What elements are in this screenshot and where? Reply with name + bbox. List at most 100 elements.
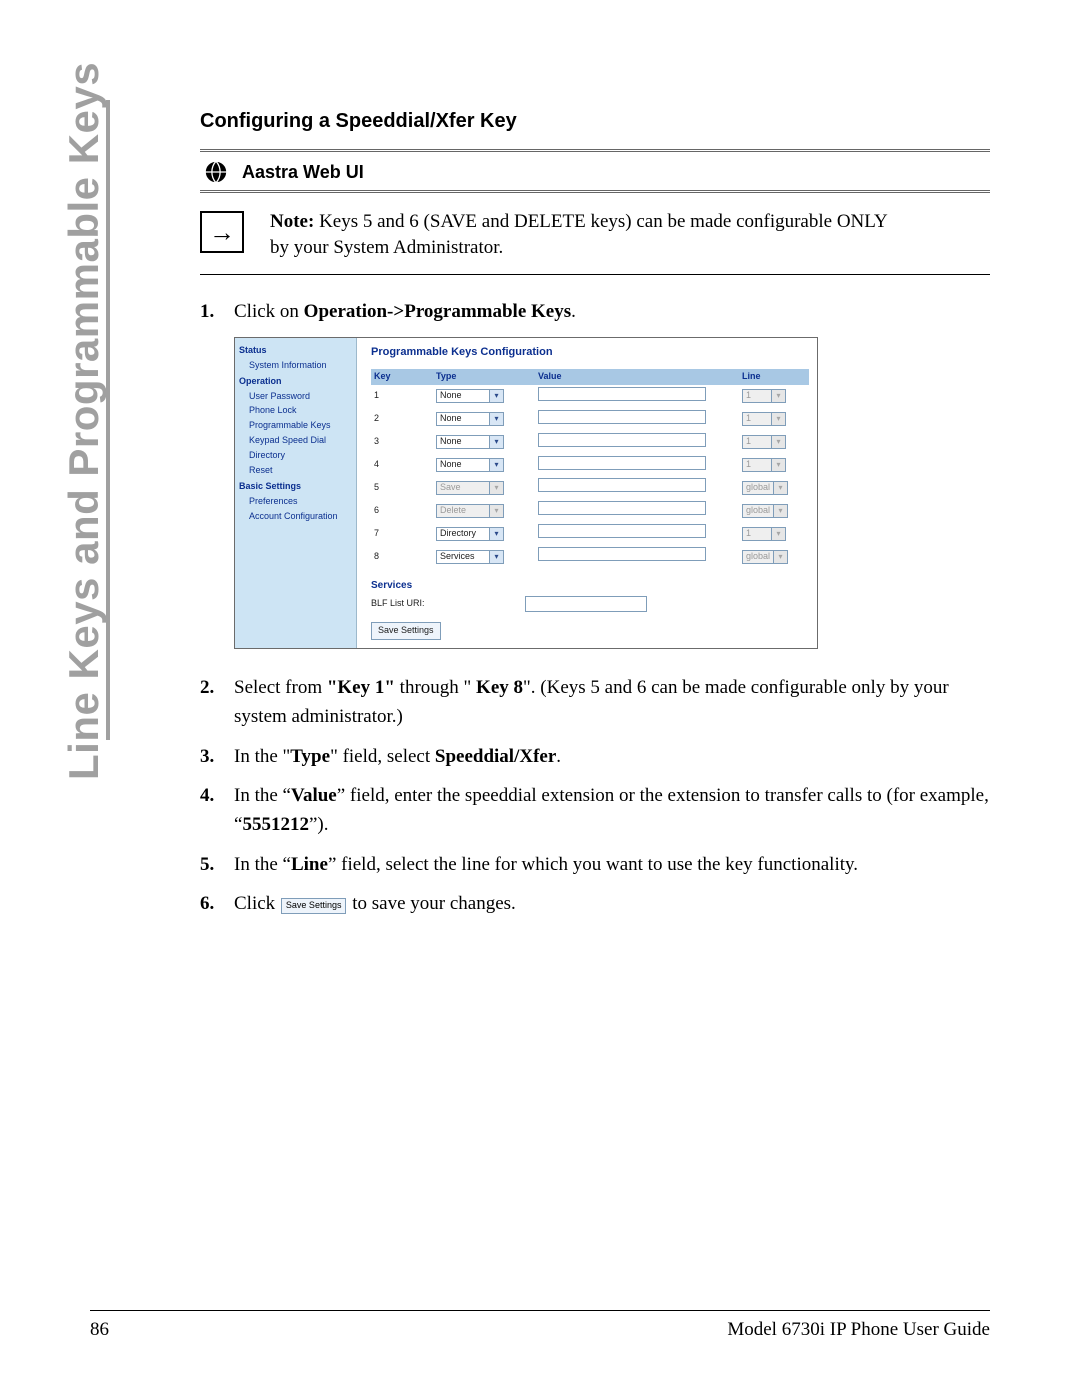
chevron-down-icon: ▾ [773, 551, 787, 563]
step-body: Select from "Key 1" through " Key 8". (K… [234, 673, 990, 732]
value-input[interactable] [538, 501, 706, 515]
step-number: 2. [200, 673, 224, 732]
value-input[interactable] [538, 547, 706, 561]
step-body: Click Save Settings to save your changes… [234, 889, 990, 918]
type-select[interactable]: Services▾ [436, 550, 504, 564]
nav-item: Reset [239, 464, 354, 478]
screenshot-table: Key Type Value Line 1 None▾ 1▾ 2 None▾ [371, 369, 809, 568]
line-select[interactable]: 1▾ [742, 527, 786, 541]
chevron-down-icon: ▾ [489, 482, 503, 494]
table-row: 5 Save▾ global▾ [371, 476, 809, 499]
type-select: Delete▾ [436, 504, 504, 518]
value-input[interactable] [538, 387, 706, 401]
note-block: → Note: Keys 5 and 6 (SAVE and DELETE ke… [200, 209, 990, 275]
nav-item: Programmable Keys [239, 419, 354, 433]
nav-item: User Password [239, 390, 354, 404]
chevron-down-icon: ▾ [771, 528, 785, 540]
table-row: 7 Directory▾ 1▾ [371, 522, 809, 545]
value-input[interactable] [538, 410, 706, 424]
step-2: 2. Select from "Key 1" through " Key 8".… [200, 673, 990, 732]
type-select[interactable]: None▾ [436, 435, 504, 449]
line-select: global▾ [742, 504, 788, 518]
services-label: Services [371, 578, 809, 594]
screenshot-title: Programmable Keys Configuration [371, 344, 809, 361]
chevron-down-icon: ▾ [771, 413, 785, 425]
step-body: Click on Operation->Programmable Keys. [234, 297, 990, 326]
table-row: 8 Services▾ global▾ [371, 545, 809, 568]
nav-item: Account Configuration [239, 510, 354, 524]
value-input[interactable] [538, 456, 706, 470]
step-body: In the “Line” field, select the line for… [234, 850, 990, 879]
chevron-down-icon: ▾ [771, 459, 785, 471]
blf-input[interactable] [525, 596, 647, 612]
page-footer: 86 Model 6730i IP Phone User Guide [90, 1310, 990, 1341]
page: Line Keys and Programmable Keys Configur… [0, 0, 1080, 1397]
step-number: 3. [200, 742, 224, 771]
line-select[interactable]: 1▾ [742, 458, 786, 472]
save-settings-button[interactable]: Save Settings [371, 622, 441, 640]
step-3: 3. In the "Type" field, select Speeddial… [200, 742, 990, 771]
chevron-down-icon: ▾ [489, 505, 503, 517]
value-input[interactable] [538, 478, 706, 492]
inline-save-settings-button[interactable]: Save Settings [281, 898, 347, 914]
footer-title: Model 6730i IP Phone User Guide [727, 1319, 990, 1341]
step-body: In the “Value” field, enter the speeddia… [234, 781, 990, 840]
type-select[interactable]: None▾ [436, 389, 504, 403]
step-number: 4. [200, 781, 224, 840]
chevron-down-icon: ▾ [773, 482, 787, 494]
step-number: 1. [200, 297, 224, 326]
globe-icon [202, 158, 230, 186]
table-row: 1 None▾ 1▾ [371, 385, 809, 408]
nav-item: Preferences [239, 495, 354, 509]
nav-item: Keypad Speed Dial [239, 434, 354, 448]
screenshot-nav: Status System Information Operation User… [235, 338, 357, 648]
step-5: 5. In the “Line” field, select the line … [200, 850, 990, 879]
value-input[interactable] [538, 433, 706, 447]
section-heading: Configuring a Speeddial/Xfer Key [200, 110, 990, 133]
nav-item: System Information [239, 359, 354, 373]
chevron-down-icon: ▾ [489, 413, 503, 425]
nav-cat-operation: Operation [239, 375, 354, 389]
step-number: 5. [200, 850, 224, 879]
chevron-down-icon: ▾ [773, 505, 787, 517]
chevron-down-icon: ▾ [771, 436, 785, 448]
nav-cat-status: Status [239, 344, 354, 358]
table-row: 3 None▾ 1▾ [371, 431, 809, 454]
chevron-down-icon: ▾ [489, 390, 503, 402]
nav-item: Phone Lock [239, 404, 354, 418]
type-select[interactable]: Directory▾ [436, 527, 504, 541]
side-tab-label: Line Keys and Programmable Keys [60, 62, 108, 780]
chevron-down-icon: ▾ [771, 390, 785, 402]
line-select[interactable]: 1▾ [742, 412, 786, 426]
chevron-down-icon: ▾ [489, 436, 503, 448]
line-select: global▾ [742, 550, 788, 564]
chevron-down-icon: ▾ [489, 528, 503, 540]
type-select[interactable]: None▾ [436, 412, 504, 426]
step-6: 6. Click Save Settings to save your chan… [200, 889, 990, 918]
step-1: 1. Click on Operation->Programmable Keys… [200, 297, 990, 326]
screenshot-wrap: Status System Information Operation User… [234, 337, 990, 649]
feature-bar-label: Aastra Web UI [242, 162, 364, 183]
table-row: 4 None▾ 1▾ [371, 454, 809, 477]
type-select[interactable]: None▾ [436, 458, 504, 472]
th-type: Type [433, 369, 535, 385]
step-4: 4. In the “Value” field, enter the speed… [200, 781, 990, 840]
line-select[interactable]: 1▾ [742, 389, 786, 403]
line-select[interactable]: 1▾ [742, 435, 786, 449]
nav-cat-basic: Basic Settings [239, 480, 354, 494]
chevron-down-icon: ▾ [489, 551, 503, 563]
feature-bar: Aastra Web UI [200, 149, 990, 193]
screenshot-main: Programmable Keys Configuration Key Type… [357, 338, 817, 648]
th-value: Value [535, 369, 739, 385]
th-key: Key [371, 369, 433, 385]
blf-label: BLF List URI: [371, 597, 425, 611]
page-number: 86 [90, 1319, 109, 1341]
chevron-down-icon: ▾ [489, 459, 503, 471]
table-row: 2 None▾ 1▾ [371, 408, 809, 431]
steps-list: 1. Click on Operation->Programmable Keys… [200, 297, 990, 918]
step-number: 6. [200, 889, 224, 918]
table-row: 6 Delete▾ global▾ [371, 499, 809, 522]
type-select: Save▾ [436, 481, 504, 495]
line-select: global▾ [742, 481, 788, 495]
value-input[interactable] [538, 524, 706, 538]
